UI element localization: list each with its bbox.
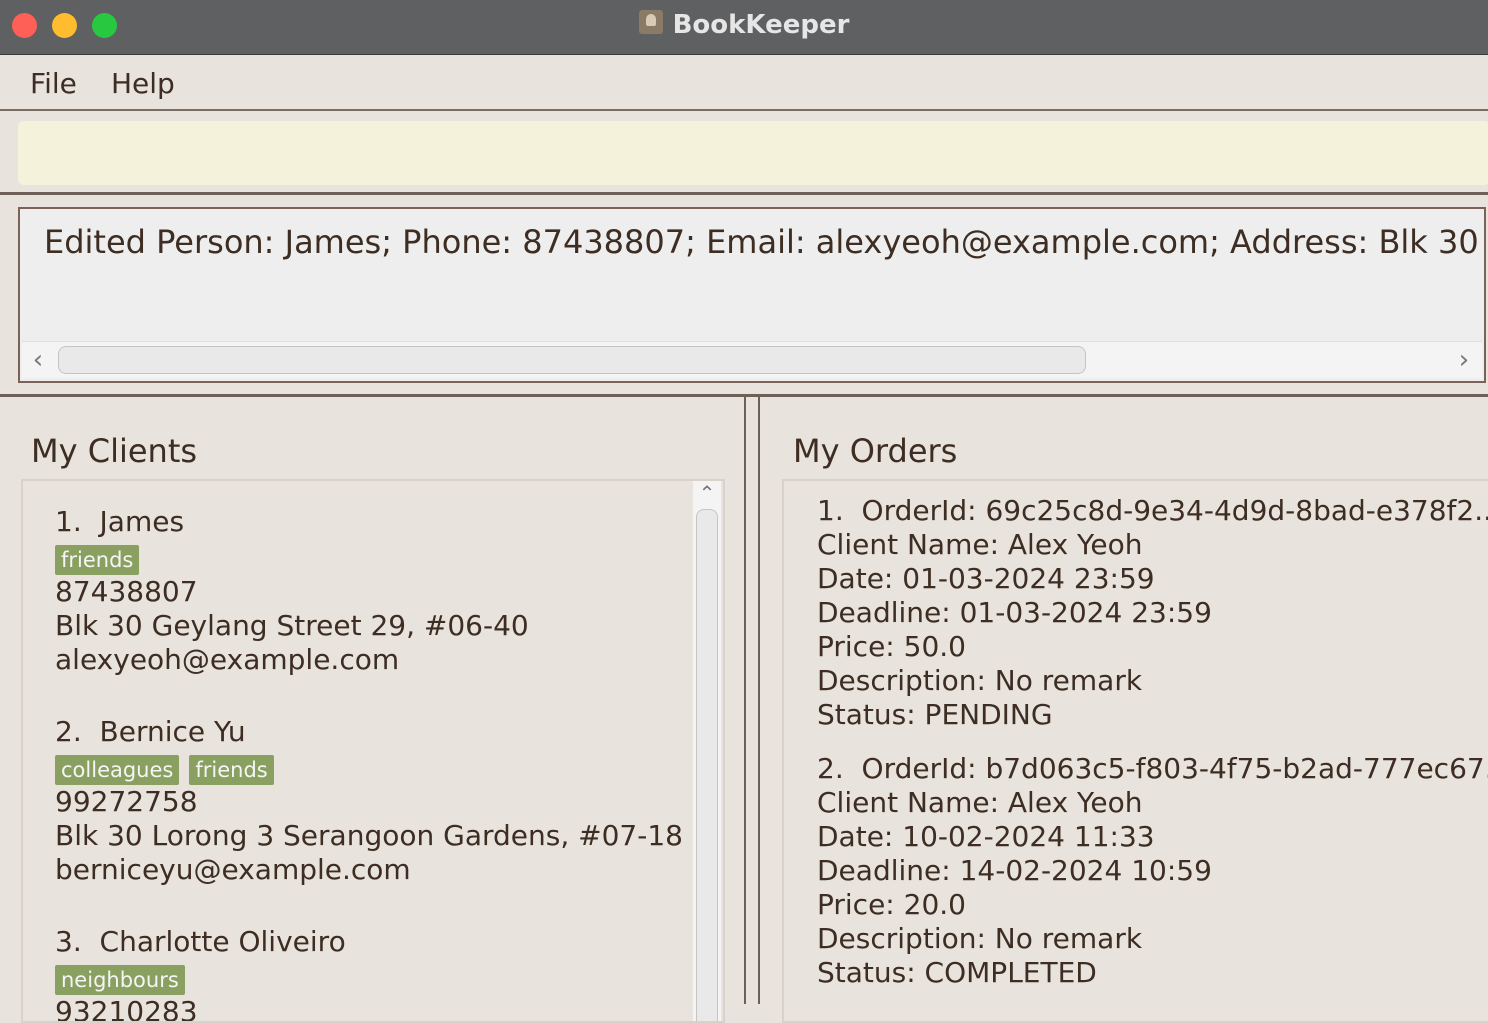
order-card[interactable]: 2. OrderId: b7d063c5-f803-4f75-b2ad-777e… [817, 752, 1488, 990]
scroll-up-icon[interactable]: ⌃ [697, 483, 717, 503]
clients-panel-title: My Clients [31, 432, 198, 470]
client-phone: 99272758 [55, 785, 198, 818]
client-phone: 87438807 [55, 575, 198, 608]
window-title-wrap: BookKeeper [0, 0, 1488, 54]
order-client: Client Name: Alex Yeoh [817, 528, 1143, 561]
order-index: 1. [817, 494, 844, 527]
client-card[interactable]: 3. Charlotte Oliveiro neighbours 9321028… [55, 925, 346, 1023]
client-name-line: 3. Charlotte Oliveiro [55, 925, 346, 959]
order-client: Client Name: Alex Yeoh [817, 786, 1143, 819]
client-card[interactable]: 2. Bernice Yu colleagues friends 99272758… [55, 715, 683, 887]
client-name: James [99, 505, 185, 538]
client-name: Charlotte Oliveiro [99, 925, 346, 958]
client-email: alexyeoh@example.com [55, 643, 400, 676]
tag: neighbours [55, 965, 185, 995]
split-pane-divider[interactable] [744, 397, 760, 1004]
client-index: 2. [55, 715, 82, 748]
scrollbar-thumb[interactable] [696, 509, 718, 1021]
vertical-scrollbar[interactable]: ⌃ [693, 481, 721, 1021]
order-description: Description: No remark [817, 922, 1143, 955]
client-address: Blk 30 Geylang Street 29, #06-40 [55, 609, 529, 642]
client-list: 1. James friends 87438807 Blk 30 Geylang… [21, 479, 725, 1023]
app-icon [638, 10, 663, 34]
order-date: Date: 01-03-2024 23:59 [817, 562, 1155, 595]
orders-panel-title: My Orders [793, 432, 958, 470]
order-card[interactable]: 1. OrderId: 69c25c8d-9e34-4d9d-8bad-e378… [817, 494, 1488, 732]
divider [0, 192, 1488, 195]
result-text: Edited Person: James; Phone: 87438807; E… [44, 223, 1486, 261]
order-list: 1. OrderId: 69c25c8d-9e34-4d9d-8bad-e378… [782, 479, 1488, 1023]
command-input[interactable] [18, 121, 1488, 185]
client-address: Blk 30 Lorong 3 Serangoon Gardens, #07-1… [55, 819, 683, 852]
order-date: Date: 10-02-2024 11:33 [817, 820, 1155, 853]
order-id-line: 1. OrderId: 69c25c8d-9e34-4d9d-8bad-e378… [817, 494, 1488, 528]
title-bar: BookKeeper [0, 0, 1488, 55]
client-card[interactable]: 1. James friends 87438807 Blk 30 Geylang… [55, 505, 529, 677]
order-price: Price: 50.0 [817, 630, 966, 663]
tag: friends [189, 755, 274, 785]
order-id: OrderId: b7d063c5-f803-4f75-b2ad-777ec67… [861, 752, 1488, 785]
order-price: Price: 20.0 [817, 888, 966, 921]
order-id-line: 2. OrderId: b7d063c5-f803-4f75-b2ad-777e… [817, 752, 1488, 786]
tag: colleagues [55, 755, 180, 785]
client-name-line: 1. James [55, 505, 529, 539]
order-status: Status: PENDING [817, 698, 1053, 731]
client-name: Bernice Yu [99, 715, 246, 748]
order-deadline: Deadline: 01-03-2024 23:59 [817, 596, 1212, 629]
scrollbar-thumb[interactable] [58, 346, 1086, 374]
client-phone: 93210283 [55, 995, 198, 1023]
order-deadline: Deadline: 14-02-2024 10:59 [817, 854, 1212, 887]
order-id: OrderId: 69c25c8d-9e34-4d9d-8bad-e378f2.… [861, 494, 1488, 527]
client-name-line: 2. Bernice Yu [55, 715, 683, 749]
order-description: Description: No remark [817, 664, 1143, 697]
horizontal-scrollbar[interactable]: ‹ › [22, 341, 1482, 378]
client-tags: colleagues friends [55, 751, 683, 785]
client-index: 1. [55, 505, 82, 538]
scroll-right-icon[interactable]: › [1456, 347, 1472, 373]
result-display: Edited Person: James; Phone: 87438807; E… [18, 207, 1486, 383]
menu-help[interactable]: Help [111, 67, 175, 100]
window-title: BookKeeper [672, 10, 850, 40]
tag: friends [55, 545, 140, 575]
client-index: 3. [55, 925, 82, 958]
scroll-left-icon[interactable]: ‹ [30, 347, 46, 373]
menu-bar: File Help [0, 55, 1488, 111]
client-tags: friends [55, 541, 529, 575]
order-index: 2. [817, 752, 844, 785]
client-email: berniceyu@example.com [55, 853, 411, 886]
client-tags: neighbours [55, 961, 346, 995]
menu-file[interactable]: File [30, 67, 77, 100]
order-status: Status: COMPLETED [817, 956, 1097, 989]
